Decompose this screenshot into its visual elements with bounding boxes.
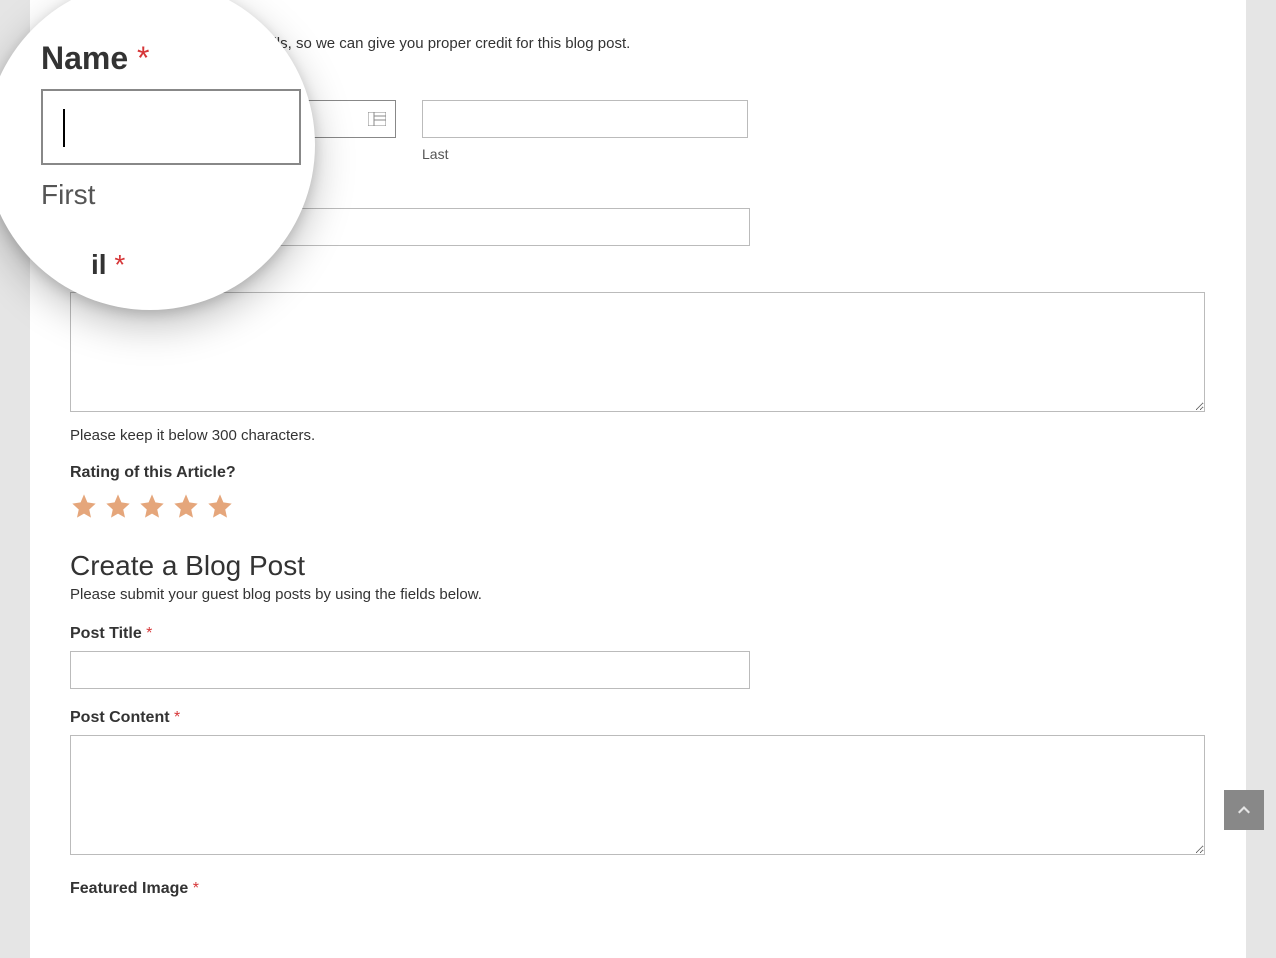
post-title-label: Post Title *	[70, 625, 1206, 643]
bio-help: Please keep it below 300 characters.	[70, 427, 1206, 444]
required-marker: *	[137, 40, 149, 76]
post-content-textarea[interactable]	[70, 735, 1205, 855]
post-content-label: Post Content *	[70, 709, 1206, 727]
star-icon[interactable]	[206, 492, 234, 520]
chevron-up-icon	[1236, 802, 1252, 818]
star-icon[interactable]	[104, 492, 132, 520]
post-content-block: Post Content *	[70, 709, 1206, 860]
bio-textarea[interactable]	[70, 292, 1205, 412]
featured-image-label: Featured Image *	[70, 880, 1206, 898]
last-name-input[interactable]	[422, 100, 748, 138]
required-marker: *	[193, 880, 199, 897]
featured-image-block: Featured Image *	[70, 880, 1206, 898]
star-icon[interactable]	[70, 492, 98, 520]
required-marker: *	[174, 709, 180, 726]
text-cursor	[63, 109, 65, 147]
rating-row	[70, 492, 1206, 520]
required-marker: *	[114, 249, 125, 280]
magnified-first-sublabel: First	[41, 179, 287, 211]
magnified-email-fragment: il	[91, 249, 107, 280]
rating-block: Rating of this Article?	[70, 464, 1206, 520]
star-icon[interactable]	[138, 492, 166, 520]
last-name-col: Last	[422, 100, 748, 162]
post-title-label-text: Post Title	[70, 625, 142, 642]
scroll-to-top-button[interactable]	[1224, 790, 1264, 830]
bio-field-block: Short Author Bio Please keep it below 30…	[70, 266, 1206, 444]
blog-heading: Create a Blog Post	[70, 550, 1206, 582]
required-marker: *	[146, 625, 152, 642]
magnified-label-text: Name	[41, 40, 128, 76]
magnified-name-label: Name *	[41, 40, 287, 77]
magnified-first-input	[41, 89, 301, 165]
featured-image-label-text: Featured Image	[70, 880, 188, 897]
rating-label: Rating of this Article?	[70, 464, 1206, 482]
star-icon[interactable]	[172, 492, 200, 520]
blog-description: Please submit your guest blog posts by u…	[70, 586, 1206, 603]
last-sublabel: Last	[422, 146, 748, 162]
post-content-label-text: Post Content	[70, 709, 170, 726]
post-title-block: Post Title *	[70, 625, 1206, 689]
post-title-input[interactable]	[70, 651, 750, 689]
